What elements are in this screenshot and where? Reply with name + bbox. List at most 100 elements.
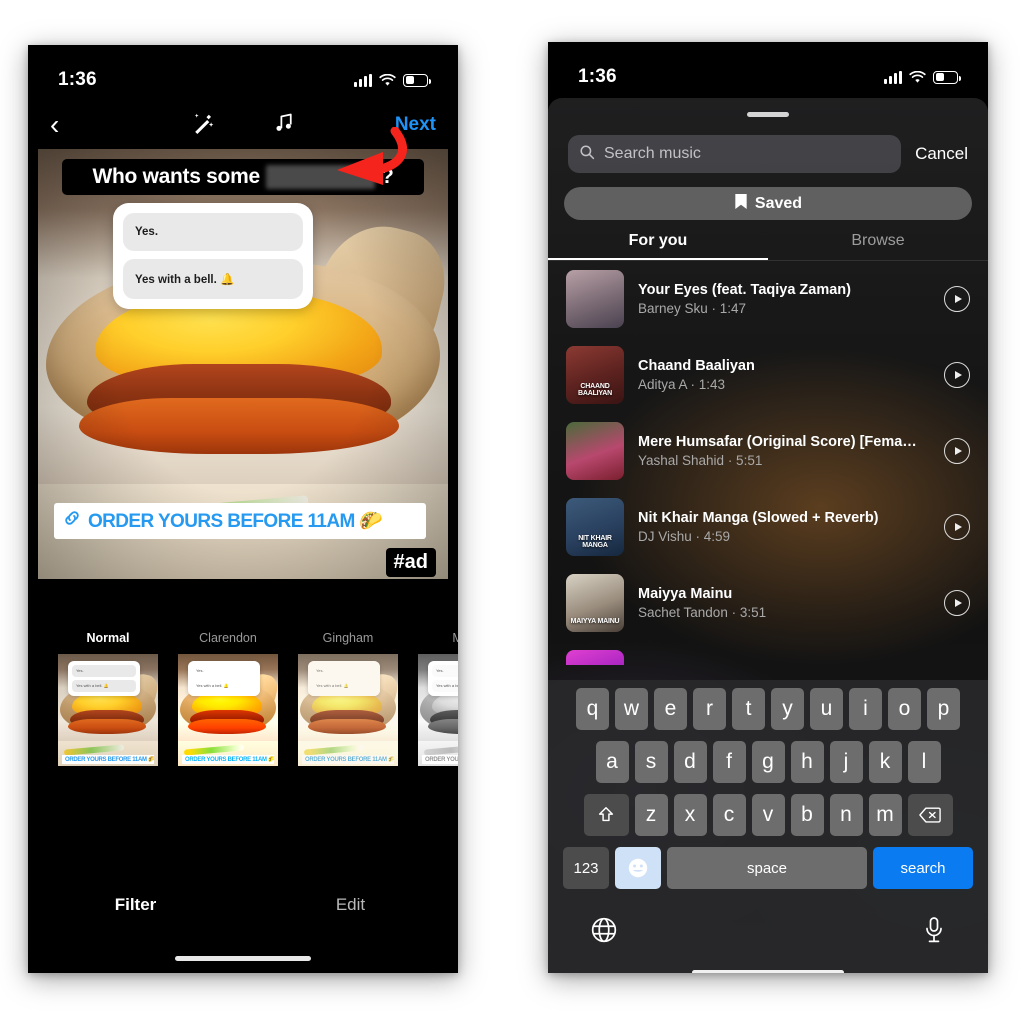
poll-option-2[interactable]: Yes with a bell. 🔔 xyxy=(123,259,303,299)
key-c[interactable]: c xyxy=(712,794,746,836)
key-f[interactable]: f xyxy=(712,741,746,783)
filter-thumbnails: Yes. Yes with a bell. 🔔 ORDER YOURS BEFOR… xyxy=(28,654,458,766)
key-r[interactable]: r xyxy=(693,688,726,730)
keyboard-bottom-row xyxy=(548,900,988,949)
search-key[interactable]: search xyxy=(873,847,973,889)
list-item[interactable] xyxy=(548,641,988,665)
thumb-poll-option-1: Yes. xyxy=(192,664,256,677)
key-i[interactable]: i xyxy=(849,688,882,730)
filter-label-clarendon[interactable]: Clarendon xyxy=(168,631,288,645)
key-w[interactable]: w xyxy=(615,688,648,730)
tab-for-you[interactable]: For you xyxy=(548,232,768,260)
key-g[interactable]: g xyxy=(751,741,785,783)
filter-carousel[interactable]: Normal Clarendon Gingham Moon Yes. Yes wi… xyxy=(28,631,458,766)
home-indicator xyxy=(692,970,844,973)
key-t[interactable]: t xyxy=(732,688,765,730)
key-o[interactable]: o xyxy=(888,688,921,730)
on-screen-keyboard[interactable]: q w e r t y u i o p a s d f g h j k l z … xyxy=(548,680,988,973)
key-h[interactable]: h xyxy=(790,741,824,783)
thumb-poll-option-1: Yes. xyxy=(72,664,136,677)
search-input[interactable]: Search music xyxy=(568,135,902,173)
emoji-smiley-icon[interactable] xyxy=(615,847,661,889)
tab-edit[interactable]: Edit xyxy=(243,895,458,915)
shift-arrow-icon[interactable] xyxy=(583,794,629,836)
list-item[interactable]: NIT KHAIR MANGA Nit Khair Manga (Slowed … xyxy=(548,489,988,565)
filter-label-normal[interactable]: Normal xyxy=(48,631,168,645)
key-s[interactable]: s xyxy=(634,741,668,783)
play-button[interactable] xyxy=(944,590,970,616)
space-key[interactable]: space xyxy=(667,847,867,889)
list-item[interactable]: MAIYYA MAINU Maiyya Mainu Sachet Tandon … xyxy=(548,565,988,641)
album-art xyxy=(566,270,624,328)
song-meta: Chaand Baaliyan Aditya A · 1:43 xyxy=(638,358,930,392)
list-item[interactable]: Your Eyes (feat. Taqiya Zaman) Barney Sk… xyxy=(548,261,988,337)
chevron-left-icon[interactable]: ‹ xyxy=(50,111,59,139)
filter-thumb-clarendon[interactable]: Yes. Yes with a bell. 🔔 ORDER YOURS BEFOR… xyxy=(168,654,288,766)
play-button[interactable] xyxy=(944,438,970,464)
key-x[interactable]: x xyxy=(673,794,707,836)
story-canvas[interactable]: Who wants some @tacobell ? Yes. Yes with… xyxy=(38,149,448,579)
poll-sticker[interactable]: Yes. Yes with a bell. 🔔 xyxy=(113,203,313,309)
left-status-bar: 1:36 xyxy=(28,45,458,101)
filter-thumb-moon[interactable]: Yes. Yes with a bell. 🔔 ORDER YOURS BEFOR… xyxy=(408,654,458,766)
song-subtitle: DJ Vishu · 4:59 xyxy=(638,529,731,544)
saved-button[interactable]: Saved xyxy=(564,187,972,220)
key-u[interactable]: u xyxy=(810,688,843,730)
filter-labels: Normal Clarendon Gingham Moon xyxy=(28,631,458,645)
key-j[interactable]: j xyxy=(829,741,863,783)
album-art xyxy=(566,650,624,665)
key-k[interactable]: k xyxy=(868,741,902,783)
battery-icon xyxy=(403,73,431,87)
list-item[interactable]: CHAAND BAALIYAN Chaand Baaliyan Aditya A… xyxy=(548,337,988,413)
filter-label-gingham[interactable]: Gingham xyxy=(288,631,408,645)
song-subtitle: Yashal Shahid · 5:51 xyxy=(638,453,763,468)
screenshot-stage: 1:36 ‹ Next Who wants some ? Yes. Yes wi… xyxy=(0,0,1024,1017)
thumb-poll-option-2: Yes with a bell. 🔔 xyxy=(432,679,458,692)
link-sticker[interactable]: ORDER YOURS BEFORE 11AM 🌮 xyxy=(54,503,426,539)
filter-label-moon[interactable]: Moon xyxy=(408,631,458,645)
album-art: CHAAND BAALIYAN xyxy=(566,346,624,404)
key-e[interactable]: e xyxy=(654,688,687,730)
tab-filter[interactable]: Filter xyxy=(28,895,243,915)
cancel-button[interactable]: Cancel xyxy=(915,144,968,164)
key-q[interactable]: q xyxy=(576,688,609,730)
key-z[interactable]: z xyxy=(634,794,668,836)
globe-icon[interactable] xyxy=(590,916,618,949)
backspace-icon[interactable] xyxy=(907,794,953,836)
album-art-label: NIT KHAIR MANGA xyxy=(578,534,612,550)
play-button[interactable] xyxy=(944,514,970,540)
key-n[interactable]: n xyxy=(829,794,863,836)
song-subtitle: Sachet Tandon · 3:51 xyxy=(638,605,767,620)
key-b[interactable]: b xyxy=(790,794,824,836)
song-list[interactable]: Your Eyes (feat. Taqiya Zaman) Barney Sk… xyxy=(548,261,988,665)
album-art-label: MAIYYA MAINU xyxy=(570,618,620,626)
key-m[interactable]: m xyxy=(868,794,902,836)
key-l[interactable]: l xyxy=(907,741,941,783)
ad-disclosure-tag: #ad xyxy=(385,548,436,577)
question-prefix: Who wants some xyxy=(92,165,261,188)
key-y[interactable]: y xyxy=(771,688,804,730)
key-a[interactable]: a xyxy=(595,741,629,783)
album-art: NIT KHAIR MANGA xyxy=(566,498,624,556)
numbers-key[interactable]: 123 xyxy=(563,847,609,889)
cellular-bars-icon xyxy=(354,73,372,87)
key-v[interactable]: v xyxy=(751,794,785,836)
tab-browse[interactable]: Browse xyxy=(768,232,988,260)
album-art-label: CHAAND BAALIYAN xyxy=(578,382,612,398)
key-d[interactable]: d xyxy=(673,741,707,783)
music-note-icon[interactable] xyxy=(272,110,297,141)
microphone-icon[interactable] xyxy=(922,916,946,949)
thumb-link-label: ORDER YOURS BEFORE 11AM 🌮 xyxy=(302,754,394,764)
link-chain-icon xyxy=(62,508,82,534)
key-p[interactable]: p xyxy=(927,688,960,730)
song-meta: Maiyya Mainu Sachet Tandon · 3:51 xyxy=(638,586,930,620)
magic-wand-icon[interactable] xyxy=(190,110,216,141)
list-item[interactable]: Mere Humsafar (Original Score) [Fema… Ya… xyxy=(548,413,988,489)
thumb-poll-option-1: Yes. xyxy=(312,664,376,677)
poll-option-1[interactable]: Yes. xyxy=(123,213,303,251)
play-button[interactable] xyxy=(944,286,970,312)
bookmark-icon xyxy=(734,193,748,215)
filter-thumb-normal[interactable]: Yes. Yes with a bell. 🔔 ORDER YOURS BEFOR… xyxy=(48,654,168,766)
play-button[interactable] xyxy=(944,362,970,388)
filter-thumb-gingham[interactable]: Yes. Yes with a bell. 🔔 ORDER YOURS BEFOR… xyxy=(288,654,408,766)
